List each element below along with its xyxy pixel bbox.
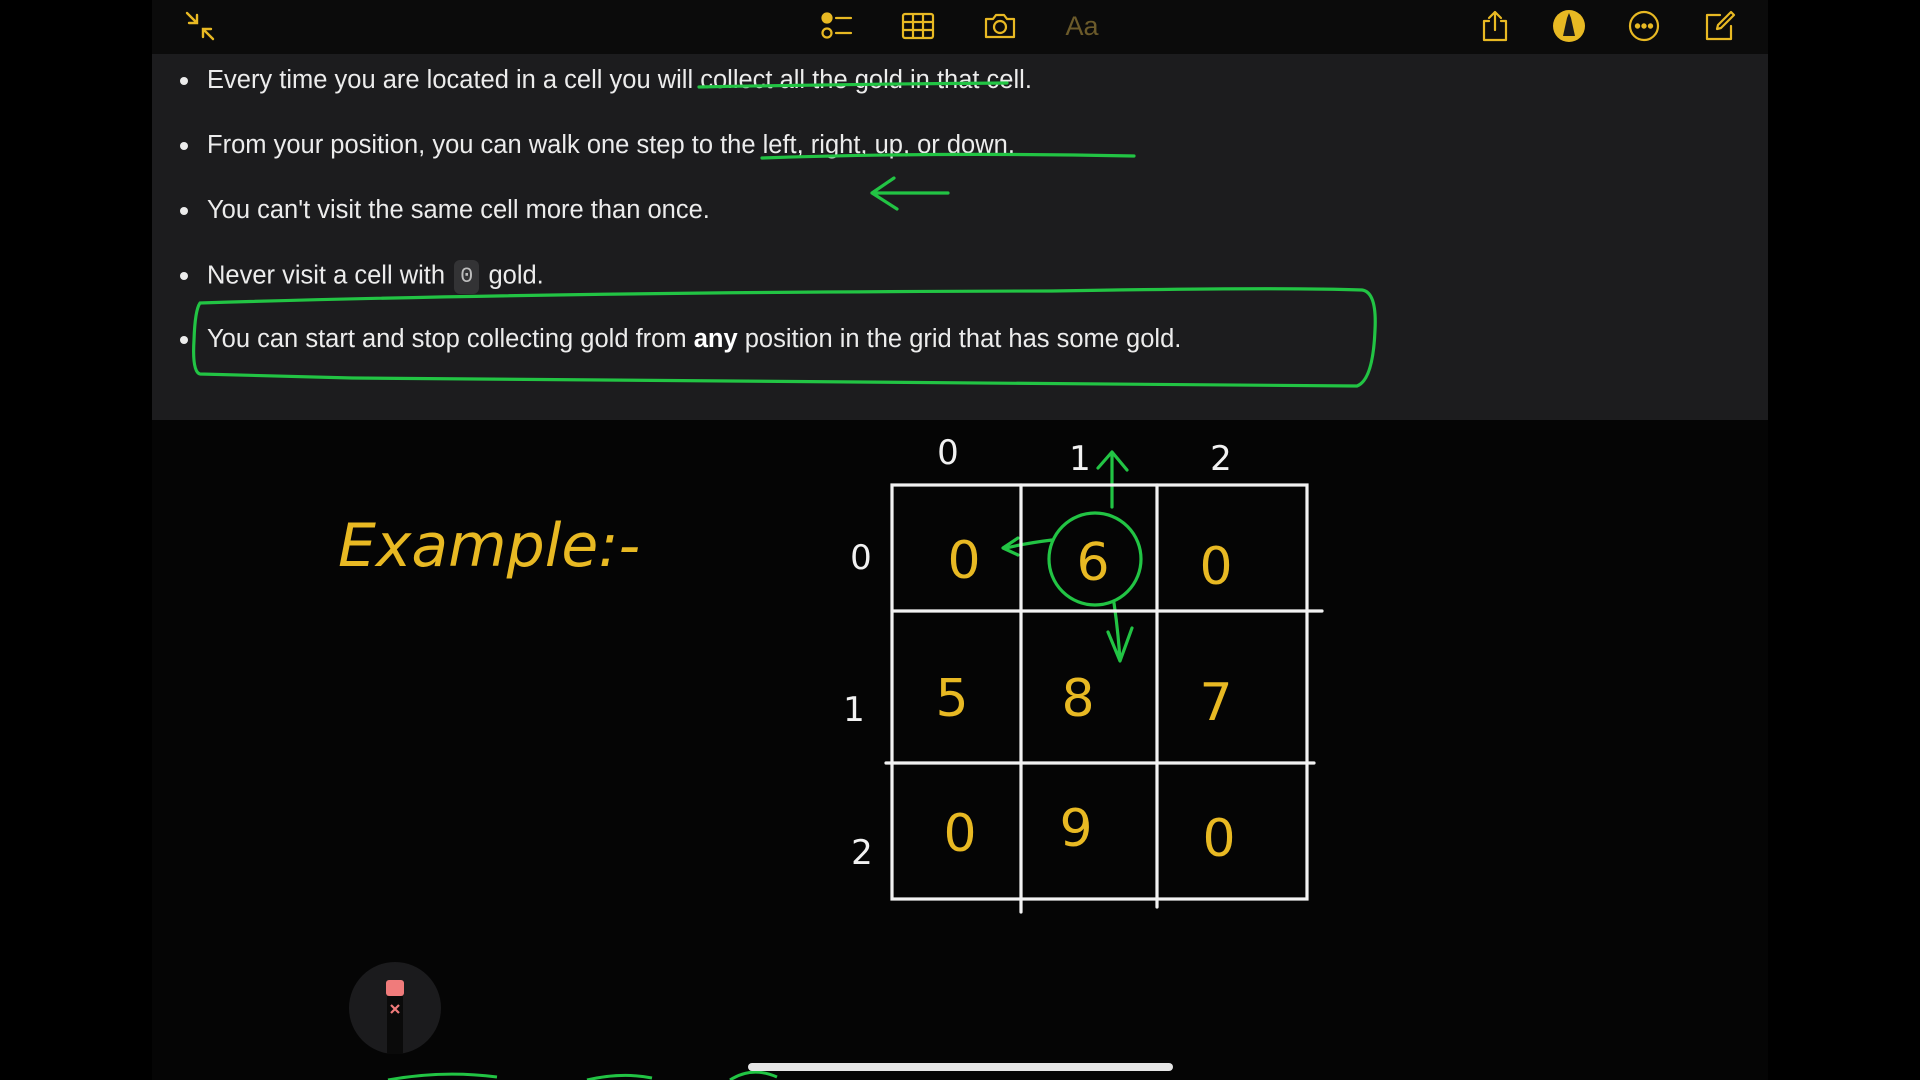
row-index-label: 0 [850,538,872,578]
col-index-label: 1 [1069,439,1091,479]
pencil-tool-button[interactable] [349,962,441,1054]
grid-cell-value: 0 [943,804,976,864]
grid-cell-value: 5 [935,669,968,729]
grid-cell-value: 9 [1059,799,1092,859]
arrow-up-stroke [1096,450,1129,509]
pencil-body-icon [387,996,403,1054]
eraser-tip-icon [386,980,404,996]
row-index-label: 1 [843,690,865,730]
row-index-label: 2 [851,833,873,873]
grid-cell-value: 7 [1199,673,1232,733]
right-gutter [1768,0,1920,1080]
grid-cell-value: 6 [1076,533,1109,593]
grid-cell-value: 0 [947,531,980,591]
left-gutter [0,0,152,1080]
col-index-label: 2 [1210,439,1232,479]
underline-stroke [760,152,1136,160]
index-labels: 0 1 2 0 1 2 [843,433,1232,873]
grid-cell-value: 8 [1061,669,1094,729]
handwriting-canvas[interactable]: 0 1 2 0 1 2 0 6 0 5 8 7 0 9 0 Example:- [152,0,1768,1080]
underline-stroke [697,81,1009,89]
notes-app: Aa Every time you are located in a cell … [152,0,1768,1080]
arrow-left-stroke [1001,536,1054,557]
gold-values: 0 6 0 5 8 7 0 9 0 [935,531,1235,869]
home-indicator[interactable] [748,1063,1173,1071]
clipped-ink-stroke [387,1070,778,1080]
grid-cell-value: 0 [1199,537,1232,597]
arrow-stroke [870,176,950,211]
highlight-loop [192,287,1377,388]
example-heading: Example:- [338,511,640,581]
col-index-label: 0 [937,433,959,473]
grid-cell-value: 0 [1202,809,1235,869]
